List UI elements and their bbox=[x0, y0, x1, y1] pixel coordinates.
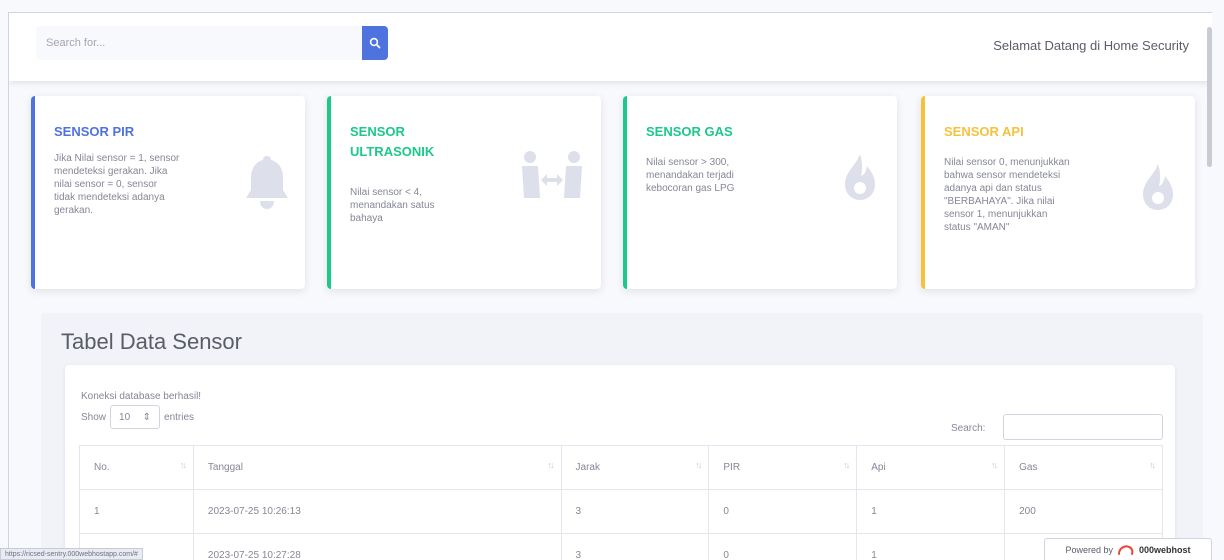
column-header-gas[interactable]: Gas ↑↓ bbox=[1004, 445, 1163, 490]
card-description: Nilai sensor < 4, menandakan satus bahaya bbox=[350, 187, 435, 224]
card-sensor-gas: SENSOR GAS Nilai sensor > 300, menandakan… bbox=[623, 96, 897, 289]
column-header-no[interactable]: No. ↑↓ bbox=[79, 445, 194, 490]
sort-icon: ↑↓ bbox=[1149, 460, 1156, 470]
sort-icon: ↑↓ bbox=[547, 460, 555, 470]
browser-viewport: Selamat Datang di Home Security SENSOR P… bbox=[8, 12, 1212, 560]
card-title: SENSOR ULTRASONIK bbox=[350, 124, 435, 159]
card-title: SENSOR GAS bbox=[646, 124, 733, 139]
column-header-tanggal[interactable]: Tanggal ↑↓ bbox=[192, 445, 562, 490]
card-title: SENSOR API bbox=[944, 124, 1024, 139]
search-icon bbox=[369, 37, 381, 49]
card-description: Nilai sensor 0, menunjukkan bahwa sensor … bbox=[944, 157, 1070, 233]
sensor-table: No. ↑↓ Tanggal ↑↓ Jarak ↑↓ PIR ↑↓ Api ↑↓ Gas ↑… bbox=[79, 445, 1163, 560]
connection-status: Koneksi database berhasil! bbox=[81, 391, 202, 402]
welcome-text: Selamat Datang di Home Security bbox=[993, 38, 1189, 53]
table-search-label: Search: bbox=[951, 423, 986, 434]
card-sensor-api: SENSOR API Nilai sensor 0, menunjukkan ba… bbox=[921, 96, 1195, 289]
section-title: Tabel Data Sensor bbox=[61, 329, 242, 354]
table-header-row: No. ↑↓ Tanggal ↑↓ Jarak ↑↓ PIR ↑↓ Api ↑↓ Gas ↑… bbox=[79, 445, 1163, 490]
table-row: 1 2023-07-25 10:26:13 3 0 1 200 bbox=[79, 489, 1163, 534]
topbar: Selamat Datang di Home Security bbox=[9, 13, 1212, 81]
bell-icon bbox=[246, 156, 288, 209]
column-header-jarak[interactable]: Jarak ↑↓ bbox=[560, 445, 710, 490]
card-sensor-ultrasonik: SENSOR ULTRASONIK Nilai sensor < 4, menan… bbox=[327, 96, 601, 289]
table-row: 2 2023-07-25 10:27:28 3 0 1 bbox=[79, 533, 1163, 560]
column-header-pir[interactable]: PIR ↑↓ bbox=[708, 445, 858, 490]
data-table-panel: Koneksi database berhasil! Show 10 ⇕ ent… bbox=[65, 365, 1175, 560]
select-arrows-icon: ⇕ bbox=[142, 411, 152, 423]
powered-by-badge[interactable]: Powered by 000webhost bbox=[1044, 538, 1212, 560]
card-description: Jika Nilai sensor = 1, sensor mendeteksi … bbox=[54, 153, 180, 216]
entries-length: Show 10 ⇕ entries bbox=[81, 405, 194, 429]
card-sensor-pir: SENSOR PIR Jika Nilai sensor = 1, sensor… bbox=[31, 96, 305, 289]
table-search-input[interactable] bbox=[1003, 414, 1163, 440]
column-header-api[interactable]: Api ↑↓ bbox=[856, 445, 1006, 490]
topbar-search bbox=[36, 26, 388, 60]
sort-icon: ↑↓ bbox=[991, 460, 998, 470]
sort-icon: ↑↓ bbox=[695, 460, 702, 470]
sort-icon: ↑↓ bbox=[843, 460, 850, 470]
card-title: SENSOR PIR bbox=[54, 124, 135, 139]
page-scrollbar[interactable] bbox=[1207, 27, 1212, 167]
people-arrows-icon bbox=[522, 151, 582, 198]
search-button[interactable] bbox=[362, 26, 388, 60]
fire-icon bbox=[845, 154, 875, 200]
card-description: Nilai sensor > 300, menandakan terjadi keb… bbox=[646, 157, 735, 194]
host-logo-icon bbox=[1118, 544, 1134, 555]
fire-icon bbox=[1143, 164, 1173, 210]
table-section: Tabel Data Sensor Koneksi database berha… bbox=[41, 313, 1203, 560]
sort-icon: ↑↓ bbox=[179, 460, 187, 470]
entries-select[interactable]: 10 ⇕ bbox=[110, 405, 161, 429]
search-input[interactable] bbox=[36, 26, 362, 60]
status-bar-url: https://ricsed-sentry.000webhostapp.com/… bbox=[0, 548, 143, 560]
